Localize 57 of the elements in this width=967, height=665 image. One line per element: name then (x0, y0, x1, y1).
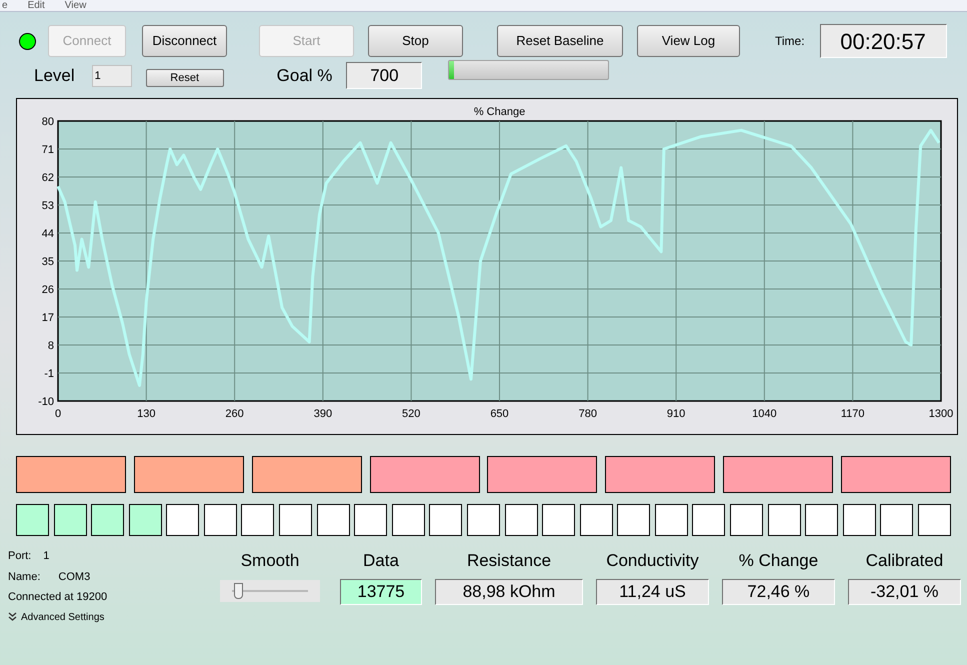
slider-thumb[interactable] (234, 582, 244, 598)
x-tick-label: 260 (225, 408, 244, 420)
reset-button[interactable]: Reset (146, 68, 224, 86)
port-value: 1 (43, 549, 50, 564)
goal-input[interactable]: 700 (346, 62, 422, 89)
toolbar-button[interactable]: Disconnect (142, 25, 227, 57)
advanced-settings-toggle[interactable]: Advanced Settings (8, 610, 208, 624)
x-tick-label: 1170 (840, 408, 865, 420)
level-label: Level (34, 64, 75, 87)
y-tick-label: 26 (42, 284, 54, 296)
double-chevron-icon (8, 612, 17, 622)
readout-label: Resistance (466, 550, 552, 572)
smooth-label: Smooth (240, 550, 300, 572)
x-tick-label: 520 (402, 408, 420, 420)
x-tick-label: 0 (54, 408, 62, 420)
x-tick-label: 130 (137, 408, 156, 420)
readout-label: Calibrated (866, 550, 944, 572)
time-display: 00:20:57 (820, 24, 947, 58)
toolbar-button[interactable]: Stop (368, 25, 463, 57)
readout-value: 88,98 kOhm (435, 578, 583, 604)
y-tick-label: 8 (48, 340, 54, 352)
x-tick-label: 1040 (752, 408, 777, 420)
readout-value: -32,01 % (848, 578, 961, 604)
toolbar-button[interactable]: Reset Baseline (497, 25, 623, 57)
y-tick-label: -10 (38, 396, 54, 408)
readout-label: Conductivity (606, 550, 699, 572)
chart-title: % Change (474, 106, 526, 118)
readout-label: Data (363, 550, 399, 572)
y-tick-label: 35 (42, 256, 54, 268)
level-input[interactable]: 1 (92, 64, 132, 86)
toolbar-button[interactable]: View Log (637, 25, 740, 57)
readout-value: 72,46 % (722, 578, 835, 604)
y-tick-label: 62 (42, 172, 54, 184)
x-tick-label: 650 (490, 408, 509, 420)
readout-value: 13775 (340, 578, 422, 604)
y-tick-label: 71 (42, 144, 54, 156)
x-tick-label: 910 (666, 408, 686, 420)
name-value: COM3 (58, 570, 90, 584)
y-tick-label: -1 (44, 368, 54, 380)
port-label: Port: (8, 549, 32, 564)
x-tick-label: 390 (314, 408, 332, 420)
connection-status: Connected at 19200 (8, 590, 108, 605)
name-label: Name: (8, 570, 40, 584)
x-tick-label: 780 (578, 408, 597, 420)
menu-item[interactable]: View (64, 0, 86, 10)
menu-item[interactable]: Edit (28, 0, 45, 10)
goal-label: Goal % (276, 64, 332, 87)
x-tick-label: 1300 (928, 408, 954, 420)
readout-label: % Change (738, 550, 818, 572)
time-label: Time: (775, 33, 805, 50)
y-tick-label: 44 (42, 228, 54, 240)
menu-item[interactable]: e (2, 0, 8, 10)
y-tick-label: 80 (42, 116, 54, 128)
y-tick-label: 53 (42, 200, 54, 212)
readout-value: 11,24 uS (596, 578, 709, 604)
y-tick-label: 17 (42, 312, 54, 324)
smooth-slider[interactable] (220, 580, 320, 602)
